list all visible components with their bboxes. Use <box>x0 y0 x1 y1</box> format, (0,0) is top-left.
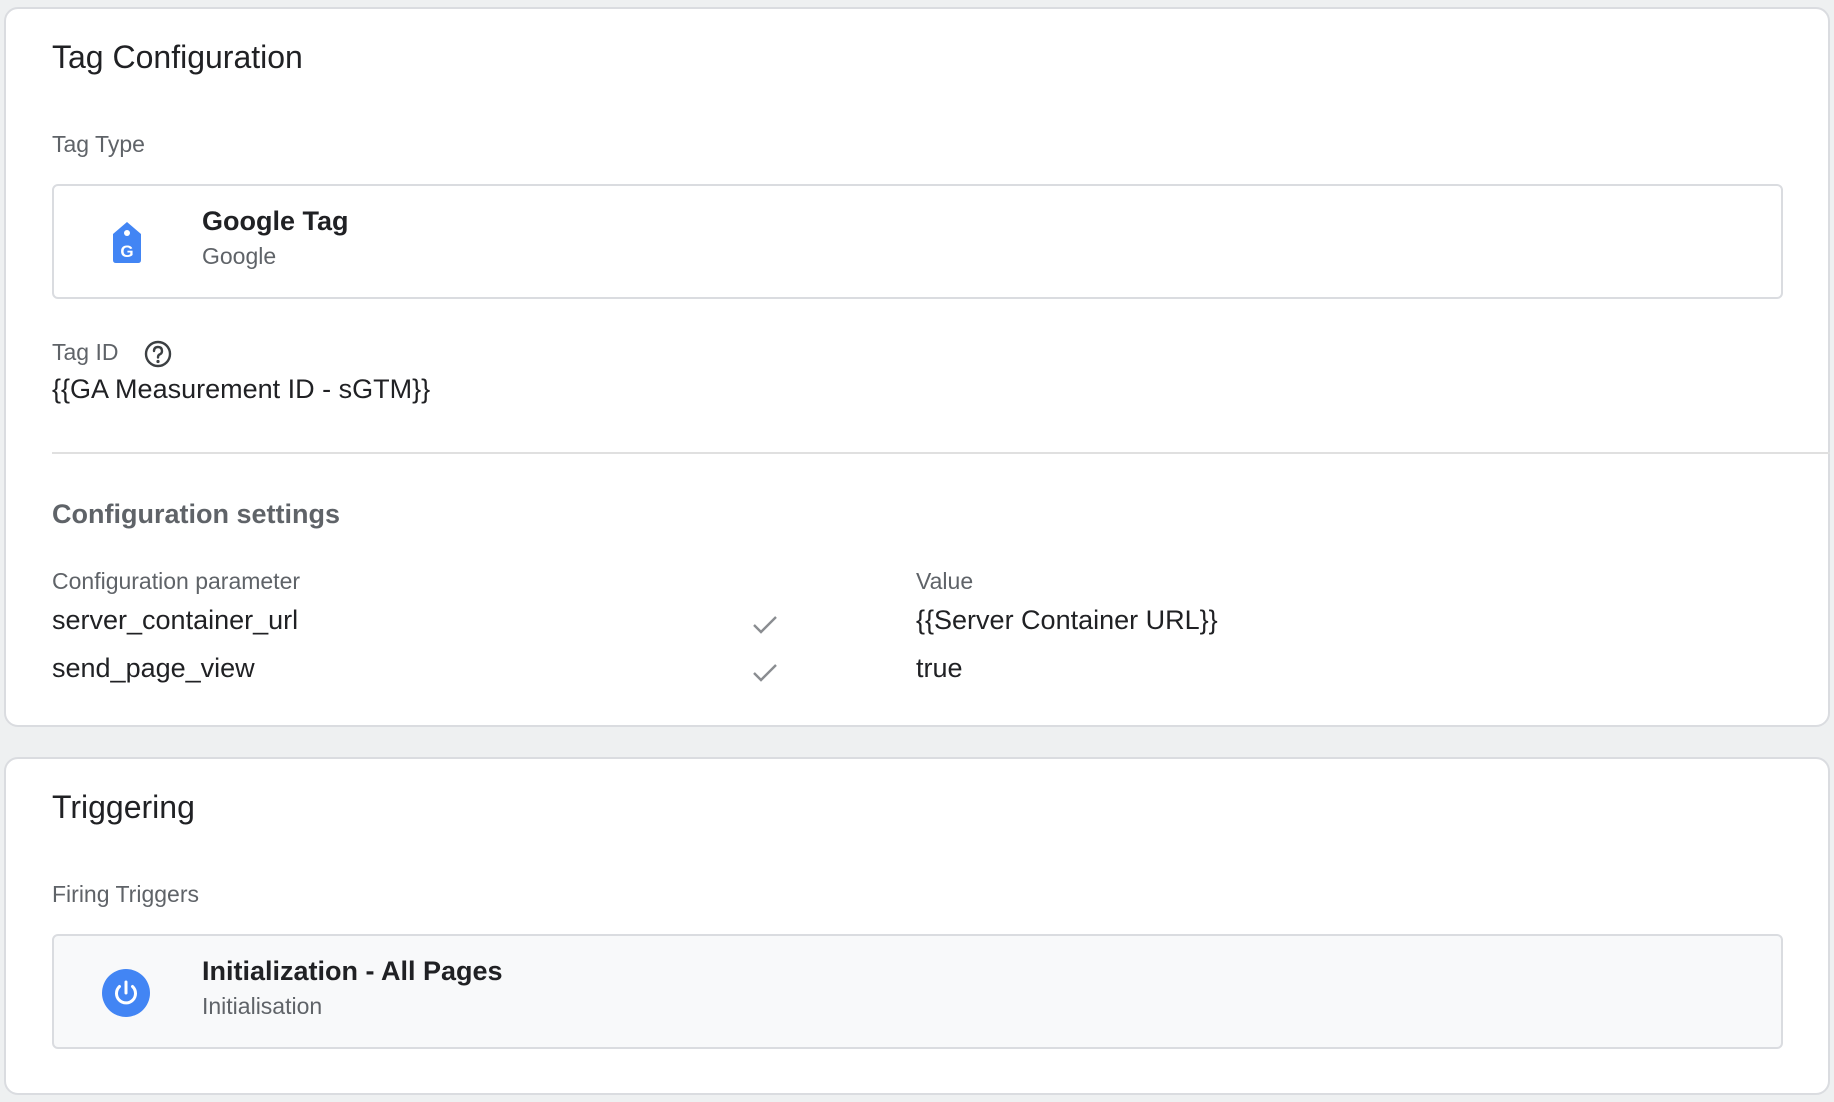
section-divider <box>52 452 1830 454</box>
tag-configuration-title: Tag Configuration <box>52 39 303 75</box>
tag-id-label: Tag ID <box>52 339 119 365</box>
tag-id-value: {{GA Measurement ID - sGTM}} <box>52 374 431 404</box>
config-parameter-value: {{Server Container URL}} <box>916 605 1218 635</box>
tag-type-label: Tag Type <box>52 131 145 157</box>
config-parameter-value: true <box>916 653 963 683</box>
check-icon <box>751 661 779 685</box>
check-icon <box>751 613 779 637</box>
trigger-type: Initialisation <box>202 993 323 1019</box>
triggering-card: Triggering Firing Triggers Initializatio… <box>4 757 1830 1095</box>
config-value-header: Value <box>916 568 974 594</box>
tag-type-name: Google Tag <box>202 206 349 236</box>
help-circle-icon[interactable] <box>143 339 173 369</box>
firing-trigger-item[interactable]: Initialization - All Pages Initialisatio… <box>52 934 1783 1049</box>
svg-text:G: G <box>120 242 133 261</box>
triggering-title: Triggering <box>52 789 195 825</box>
tag-type-vendor: Google <box>202 243 277 269</box>
firing-triggers-label: Firing Triggers <box>52 881 199 907</box>
config-parameter-name: send_page_view <box>52 653 255 683</box>
google-tag-icon: G <box>110 220 144 264</box>
tag-type-selector[interactable]: G Google Tag Google <box>52 184 1783 299</box>
configuration-settings-heading: Configuration settings <box>52 499 340 529</box>
tag-configuration-card: Tag Configuration Tag Type G Google Tag … <box>4 7 1830 727</box>
config-parameter-header: Configuration parameter <box>52 568 301 594</box>
config-parameter-name: server_container_url <box>52 605 299 635</box>
trigger-name: Initialization - All Pages <box>202 956 503 986</box>
power-icon <box>102 969 150 1017</box>
